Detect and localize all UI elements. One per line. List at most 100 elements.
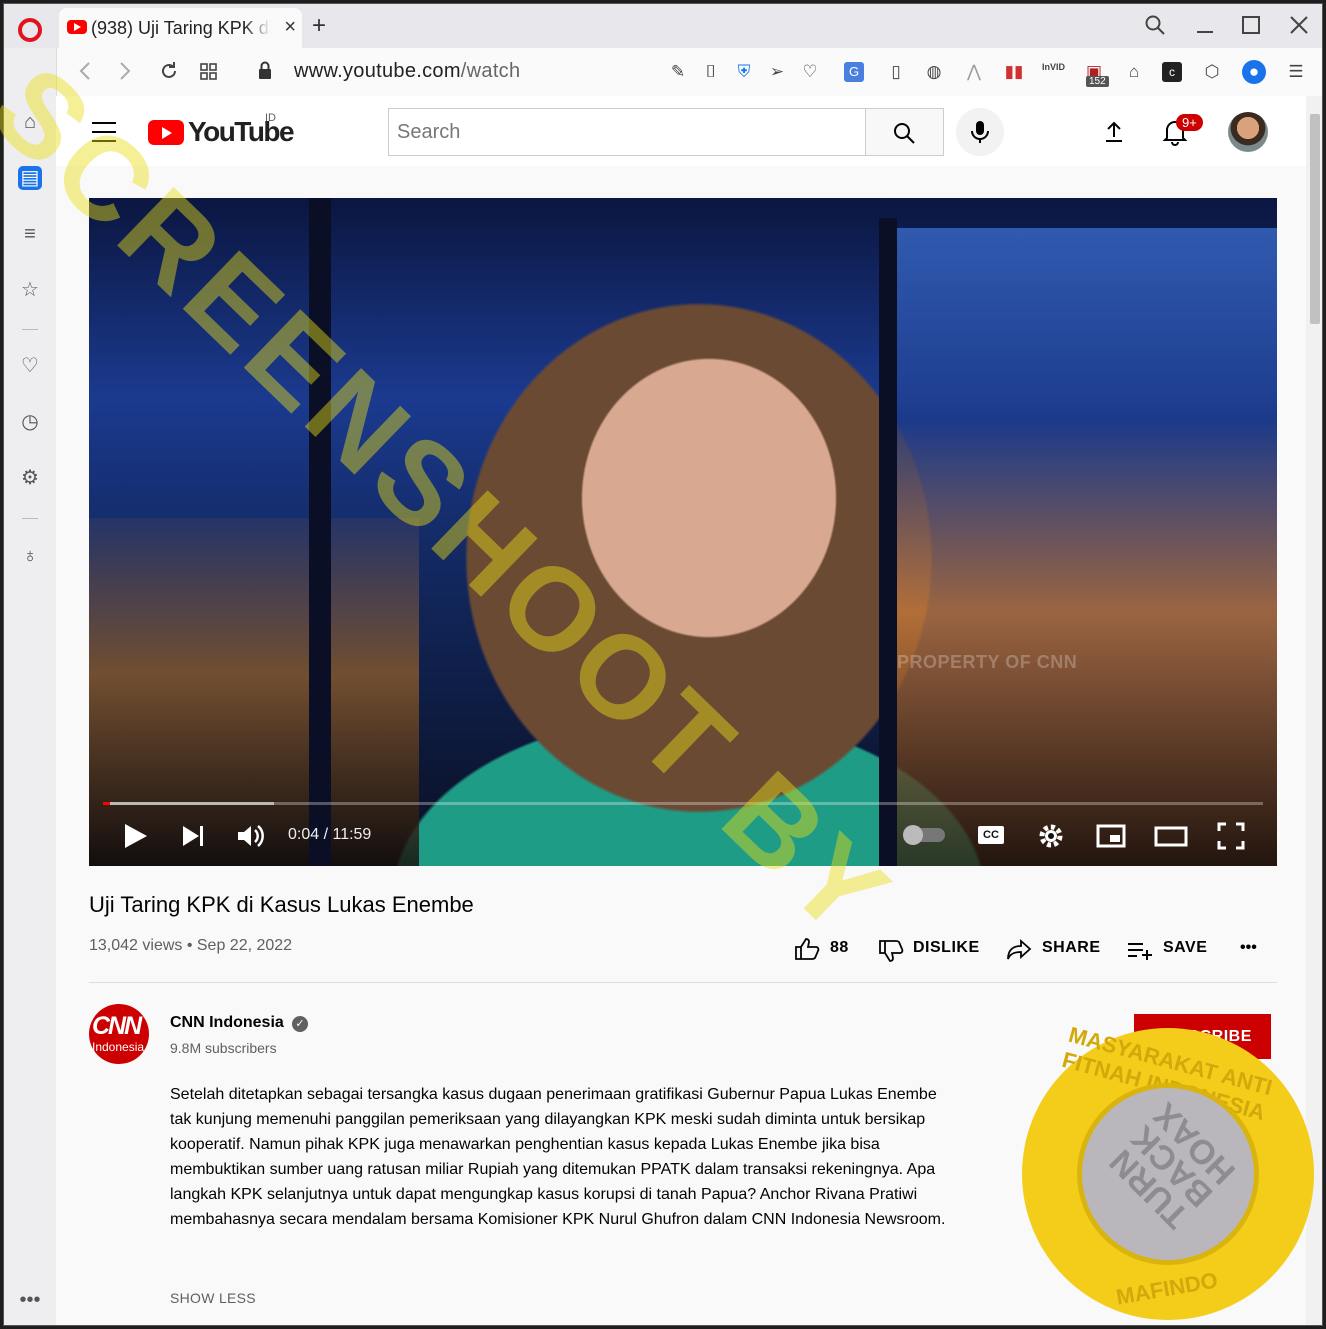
bank-icon[interactable]: ⌂ bbox=[1124, 62, 1144, 82]
new-tab-button[interactable]: + bbox=[312, 12, 326, 40]
autoplay-toggle[interactable] bbox=[903, 825, 945, 845]
search-button[interactable] bbox=[866, 108, 944, 156]
video-watermark: PROPERTY OF CNN bbox=[897, 652, 1078, 672]
mobile-view-icon[interactable]: ▯ bbox=[886, 62, 906, 82]
ce-extension-icon[interactable]: c bbox=[1162, 62, 1182, 82]
close-window-icon[interactable] bbox=[1288, 14, 1310, 36]
tab-close-icon[interactable]: × bbox=[284, 16, 296, 39]
save-button[interactable]: SAVE bbox=[1163, 939, 1207, 957]
next-video-icon[interactable] bbox=[175, 818, 211, 854]
settings-gear-icon[interactable] bbox=[1033, 818, 1069, 854]
forward-icon[interactable] bbox=[114, 60, 134, 82]
scrollbar-thumb[interactable] bbox=[1310, 114, 1320, 324]
search-box bbox=[388, 108, 866, 156]
tab-search-icon[interactable] bbox=[1144, 14, 1166, 36]
guide-menu-icon[interactable] bbox=[92, 122, 116, 149]
captions-button[interactable]: CC bbox=[978, 826, 1004, 844]
subscribe-button[interactable]: SUBSCRIBE bbox=[1134, 1014, 1271, 1059]
youtube-wordmark[interactable]: YouTube bbox=[188, 116, 295, 148]
channel-avatar-logo: CNN bbox=[92, 1012, 142, 1040]
volume-icon[interactable] bbox=[233, 818, 269, 854]
verified-badge-icon: ✓ bbox=[292, 1016, 308, 1032]
youtube-page: YouTube ID 9+ PROPERTY OF CNN bbox=[56, 96, 1306, 1325]
page-scrollbar[interactable] bbox=[1306, 96, 1322, 1325]
thumbs-up-icon[interactable] bbox=[794, 937, 820, 961]
bookmarks-heart-icon[interactable]: ♡ bbox=[18, 354, 42, 378]
progress-played bbox=[103, 802, 110, 805]
opera-menu-icon[interactable] bbox=[18, 18, 42, 42]
google-translate-icon[interactable]: G bbox=[844, 62, 864, 82]
video-frame-background bbox=[879, 218, 897, 866]
snap-edit-icon[interactable]: ✎ bbox=[668, 62, 688, 82]
easy-setup-icon[interactable]: ☰ bbox=[1286, 62, 1306, 82]
settings-icon[interactable]: ⚙ bbox=[18, 466, 42, 490]
notification-count-badge: 9+ bbox=[1176, 114, 1203, 131]
history-icon[interactable]: ◷ bbox=[18, 410, 42, 434]
send-icon[interactable]: ➢ bbox=[767, 62, 787, 82]
vpn-shield-icon[interactable]: ⛨ bbox=[734, 62, 754, 82]
profile-icon[interactable]: ● bbox=[1242, 60, 1266, 84]
cube-icon[interactable]: ⬡ bbox=[1202, 62, 1222, 82]
video-frame-background bbox=[897, 228, 1277, 866]
thumbs-down-icon[interactable] bbox=[878, 939, 904, 963]
extension-a-icon[interactable]: ⋀ bbox=[964, 62, 984, 82]
show-less-button[interactable]: SHOW LESS bbox=[170, 1290, 256, 1306]
tab-bar: (938) Uji Taring KPK di Kasus Lukas Enem… bbox=[4, 4, 1322, 48]
youtube-logo-icon[interactable] bbox=[148, 120, 184, 145]
home-icon[interactable]: ⌂ bbox=[18, 110, 42, 134]
microphone-icon bbox=[971, 121, 989, 143]
reload-icon[interactable] bbox=[158, 60, 180, 82]
camera-icon[interactable]: ⌷ bbox=[701, 62, 721, 82]
globe-icon[interactable]: ◍ bbox=[924, 62, 944, 82]
dislike-button[interactable]: DISLIKE bbox=[913, 939, 980, 957]
maximize-icon[interactable] bbox=[1240, 14, 1262, 36]
upload-icon[interactable] bbox=[1102, 120, 1126, 144]
theater-mode-icon[interactable] bbox=[1153, 818, 1189, 854]
workspaces-icon[interactable]: ▤ bbox=[18, 166, 42, 190]
miniplayer-icon[interactable] bbox=[1093, 818, 1129, 854]
url-field[interactable]: www.youtube.com/watch bbox=[294, 60, 520, 83]
heart-bookmark-icon[interactable]: ♡ bbox=[800, 62, 820, 82]
sidebar-more-icon[interactable]: ••• bbox=[18, 1288, 42, 1312]
reading-list-icon[interactable]: ≡ bbox=[18, 222, 42, 246]
channel-name[interactable]: CNN Indonesia bbox=[170, 1014, 284, 1032]
progress-buffered bbox=[103, 802, 274, 805]
back-icon[interactable] bbox=[76, 60, 96, 82]
divider bbox=[89, 982, 1277, 983]
play-icon[interactable] bbox=[117, 818, 153, 854]
more-actions-icon[interactable]: ••• bbox=[1240, 939, 1257, 957]
channel-avatar-sub: Indonesia bbox=[92, 1040, 145, 1054]
minimize-icon[interactable] bbox=[1194, 14, 1216, 36]
country-code: ID bbox=[265, 112, 276, 124]
speed-dial-icon[interactable] bbox=[198, 60, 220, 82]
tab-youtube[interactable]: (938) Uji Taring KPK di Kasus Lukas Enem… bbox=[59, 8, 302, 48]
channel-avatar[interactable]: CNN Indonesia bbox=[89, 1004, 149, 1064]
progress-bar[interactable] bbox=[103, 802, 1263, 805]
audio-wave-icon[interactable]: ▮▮ bbox=[1004, 62, 1024, 82]
search-input[interactable] bbox=[389, 109, 839, 155]
like-count[interactable]: 88 bbox=[830, 939, 849, 957]
address-bar: www.youtube.com/watch ✎ ⌷ ⛨ ➢ ♡ G ▯ ◍ ⋀ … bbox=[56, 48, 1322, 97]
save-playlist-icon[interactable] bbox=[1126, 939, 1154, 961]
invid-icon[interactable]: InVID bbox=[1042, 62, 1065, 82]
share-button[interactable]: SHARE bbox=[1042, 939, 1101, 957]
sidebar-separator bbox=[22, 329, 38, 330]
browser-sidebar: ⌂ ▤ ≡ ☆ ♡ ◷ ⚙ ♁ ••• bbox=[4, 48, 57, 1325]
fullscreen-icon[interactable] bbox=[1213, 818, 1249, 854]
browser-window: (938) Uji Taring KPK di Kasus Lukas Enem… bbox=[3, 3, 1323, 1326]
video-frame-background bbox=[309, 198, 331, 866]
lightbulb-icon[interactable]: ♁ bbox=[18, 544, 42, 568]
url-path: /watch bbox=[460, 60, 521, 82]
lock-icon[interactable] bbox=[256, 60, 274, 82]
voice-search-button[interactable] bbox=[956, 108, 1004, 156]
extension-badge: 152 bbox=[1086, 76, 1109, 87]
pinboard-icon[interactable]: ☆ bbox=[18, 278, 42, 302]
user-avatar[interactable] bbox=[1228, 112, 1268, 152]
tab-title: (938) Uji Taring KPK di Kasus Lukas Enem… bbox=[91, 18, 271, 38]
search-icon bbox=[894, 123, 915, 144]
share-icon[interactable] bbox=[1006, 938, 1032, 962]
video-player[interactable]: PROPERTY OF CNN 0:04 / 11:59 CC bbox=[89, 198, 1277, 866]
video-description: Setelah ditetapkan sebagai tersangka kas… bbox=[170, 1086, 946, 1228]
time-display: 0:04 / 11:59 bbox=[288, 826, 372, 843]
view-count-date: 13,042 views • Sep 22, 2022 bbox=[89, 937, 293, 954]
